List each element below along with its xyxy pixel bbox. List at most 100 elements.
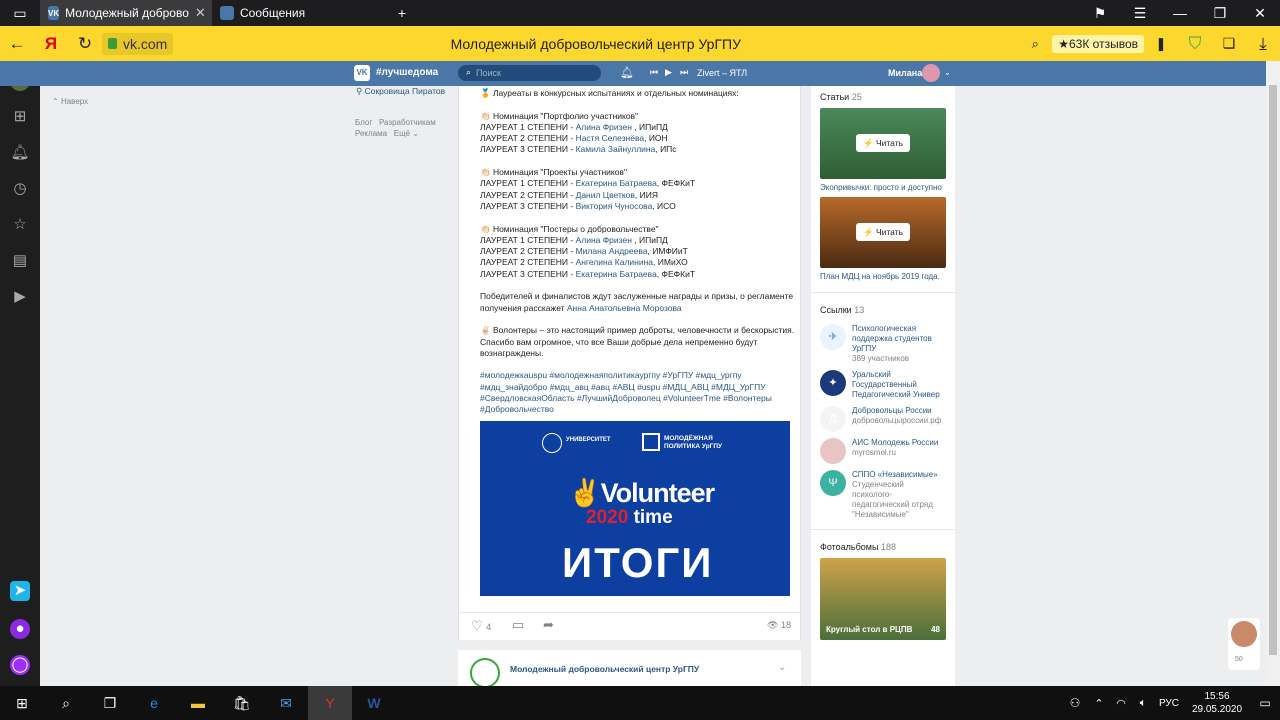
group-avatar[interactable] — [470, 658, 500, 688]
laureate-name-link[interactable]: Ангелина Калинина — [576, 257, 653, 267]
article-cover-2[interactable]: ⚡ Читать — [820, 197, 946, 268]
read-button[interactable]: ⚡ Читать — [856, 223, 910, 241]
scrollbar[interactable] — [1266, 61, 1280, 686]
link-item[interactable]: Ψ СППО «Независимые» Студенческий психолог… — [811, 467, 955, 523]
search-icon[interactable]: ⌕ — [44, 686, 88, 720]
volume-icon[interactable]: 🔈︎ — [1132, 686, 1154, 720]
articles-header[interactable]: Статьи 25 — [811, 86, 955, 108]
album-cover[interactable]: Круглый стол в РЦПВ 48 — [820, 558, 946, 640]
store-icon[interactable]: 🛍︎ — [220, 686, 264, 720]
restore-icon[interactable]: ❐ — [1200, 5, 1240, 22]
back-icon[interactable]: ← — [0, 34, 34, 54]
close-tab-icon[interactable]: ✕ — [195, 5, 206, 21]
chat-widget[interactable]: 50 — [1228, 618, 1260, 670]
search-input[interactable]: ⌕ Поиск — [458, 65, 601, 81]
yandex-browser-icon[interactable]: Y — [308, 686, 352, 720]
footer-developers[interactable]: Разработчикам — [379, 118, 436, 127]
explorer-icon[interactable]: ▬ — [176, 686, 220, 720]
minimize-icon[interactable]: — — [1160, 5, 1200, 21]
read-button[interactable]: ⚡ Читать — [856, 134, 910, 152]
footer-blog[interactable]: Блог — [355, 118, 372, 127]
apps-icon[interactable]: ⊞ — [10, 107, 30, 127]
links-header[interactable]: Ссылки 13 — [811, 299, 955, 321]
sidebar-toggle-icon[interactable]: ▭ — [0, 5, 40, 22]
news-icon[interactable]: ▤ — [10, 251, 30, 271]
next-post-author[interactable]: Молодежный добровольческий центр УрГПУ — [510, 664, 699, 674]
article-title-1[interactable]: Экопривычки: просто и доступно — [811, 179, 955, 197]
vk-hashtag[interactable]: #лучшедома — [376, 67, 438, 78]
wifi-icon[interactable]: ◠ — [1110, 686, 1132, 720]
laureate-name-link[interactable]: Настя Селезнёва — [576, 133, 645, 143]
alice-app-icon[interactable]: ● — [10, 619, 30, 639]
laureate-name-link[interactable]: Данил Цветков — [576, 190, 635, 200]
comment-icon[interactable]: ▭ — [512, 617, 524, 633]
laureate-name-link[interactable]: Екатерина Батраева — [576, 269, 657, 279]
laureate-name-link[interactable]: Камила Зайнуллина — [576, 144, 656, 154]
track-title[interactable]: Zivert – ЯТЛ — [697, 68, 747, 78]
prev-track-icon[interactable]: ⏮ — [650, 67, 658, 78]
history-icon[interactable]: ◷ — [10, 179, 30, 199]
user-name[interactable]: Милана — [888, 68, 922, 78]
new-tab-icon[interactable]: + — [382, 5, 422, 21]
notifications-icon[interactable]: 🔔︎ — [10, 143, 30, 163]
url-field[interactable]: vk.com — [102, 32, 174, 55]
menu-item-game[interactable]: ⚲ Сокровища Пиратов — [356, 86, 445, 97]
chevron-down-icon[interactable]: ⌄ — [944, 68, 951, 77]
mail-icon[interactable]: ✉ — [264, 686, 308, 720]
menu-icon[interactable]: ☰ — [1120, 5, 1160, 22]
laureate-name-link[interactable]: Алина Фризен — [576, 235, 632, 245]
assistant-icon[interactable]: ◯ — [10, 655, 30, 675]
favorites-icon[interactable]: ☆ — [10, 215, 30, 235]
article-cover-1[interactable]: ⚡ Читать — [820, 108, 946, 179]
notification-center-icon[interactable]: ▭ — [1250, 686, 1280, 720]
play-icon[interactable]: ▶ — [665, 67, 672, 78]
close-window-icon[interactable]: ✕ — [1240, 5, 1280, 22]
vk-logo-icon[interactable]: VK — [354, 65, 370, 81]
link-item[interactable]: АИС Молодежь России myrosmol.ru — [811, 435, 955, 467]
language-indicator[interactable]: РУС — [1154, 698, 1184, 709]
download-icon[interactable]: ⤓ — [1246, 34, 1280, 54]
share-icon[interactable]: ➦ — [543, 617, 554, 633]
word-icon[interactable]: W — [352, 686, 396, 720]
link-item[interactable]: ✈ Психологическая поддержка студентов УрГ… — [811, 321, 955, 367]
video-icon[interactable]: ▶ — [10, 287, 30, 307]
link-text: АИС Молодежь России myrosmol.ru — [852, 438, 938, 458]
search-icon[interactable]: ⌕ — [1018, 36, 1052, 52]
bookmarks-icon[interactable]: ⚑ — [1080, 5, 1120, 22]
footer-more[interactable]: Ещё ⌄ — [394, 129, 419, 138]
laureate-name-link[interactable]: Екатерина Батраева — [576, 178, 657, 188]
footer-ads[interactable]: Реклама — [355, 129, 387, 138]
tab-vk[interactable]: VK Молодежный доброво ✕ — [40, 0, 212, 26]
scroll-up-link[interactable]: ⌃ Наверх — [52, 97, 88, 106]
post-image[interactable]: УНИВЕРСИТЕТ МОЛОДЁЖНАЯ ПОЛИТИКА УрГПУ ✌V… — [480, 421, 790, 596]
messenger-app-icon[interactable]: ➤ — [10, 581, 30, 601]
bookmark-icon[interactable]: ❚ — [1144, 36, 1178, 52]
laureate-name-link[interactable]: Алина Фризен — [576, 122, 632, 132]
photos-header[interactable]: Фотоальбомы 188 — [811, 536, 955, 558]
protect-icon[interactable]: ⛉ — [1178, 34, 1212, 54]
next-track-icon[interactable]: ⏭ — [680, 67, 688, 78]
winners-link[interactable]: Анна Анатольевна Морозова — [567, 303, 682, 313]
laureate-name-link[interactable]: Виктория Чуносова — [576, 201, 653, 211]
tray-arrow-icon[interactable]: ⌃ — [1088, 686, 1110, 720]
edge-icon[interactable]: e — [132, 686, 176, 720]
tab-messages[interactable]: Сообщения — [212, 0, 382, 26]
article-title-2[interactable]: План МДЦ на ноябрь 2019 года. — [811, 268, 955, 286]
bell-icon[interactable]: 🔔︎ — [620, 66, 634, 79]
scrollbar-thumb[interactable] — [1269, 85, 1277, 655]
link-item[interactable]: Д Добровольцы России добровольцыроссии.рф — [811, 403, 955, 435]
chevron-down-icon[interactable]: ⌄ — [778, 662, 786, 673]
collections-icon[interactable]: ❏ — [1212, 35, 1246, 52]
yandex-icon[interactable]: Я — [34, 34, 68, 54]
link-item[interactable]: ✦ Уральский Государственный Педагогически… — [811, 367, 955, 403]
user-avatar[interactable] — [922, 64, 940, 82]
clock[interactable]: 15:56 29.05.2020 — [1184, 690, 1250, 716]
hashtags[interactable]: #молодежкаuspu #молодежнаяполитикаургпу … — [480, 370, 800, 415]
like-button[interactable]: ♡ 4 — [471, 618, 491, 634]
people-icon[interactable]: ⚇ — [1062, 686, 1088, 720]
laureate-name-link[interactable]: Милана Андреева — [576, 246, 648, 256]
reviews-badge[interactable]: ★63К отзывов — [1052, 34, 1144, 53]
start-icon[interactable]: ⊞ — [0, 686, 44, 720]
task-view-icon[interactable]: ❐ — [88, 686, 132, 720]
reload-icon[interactable]: ↻ — [68, 34, 102, 54]
